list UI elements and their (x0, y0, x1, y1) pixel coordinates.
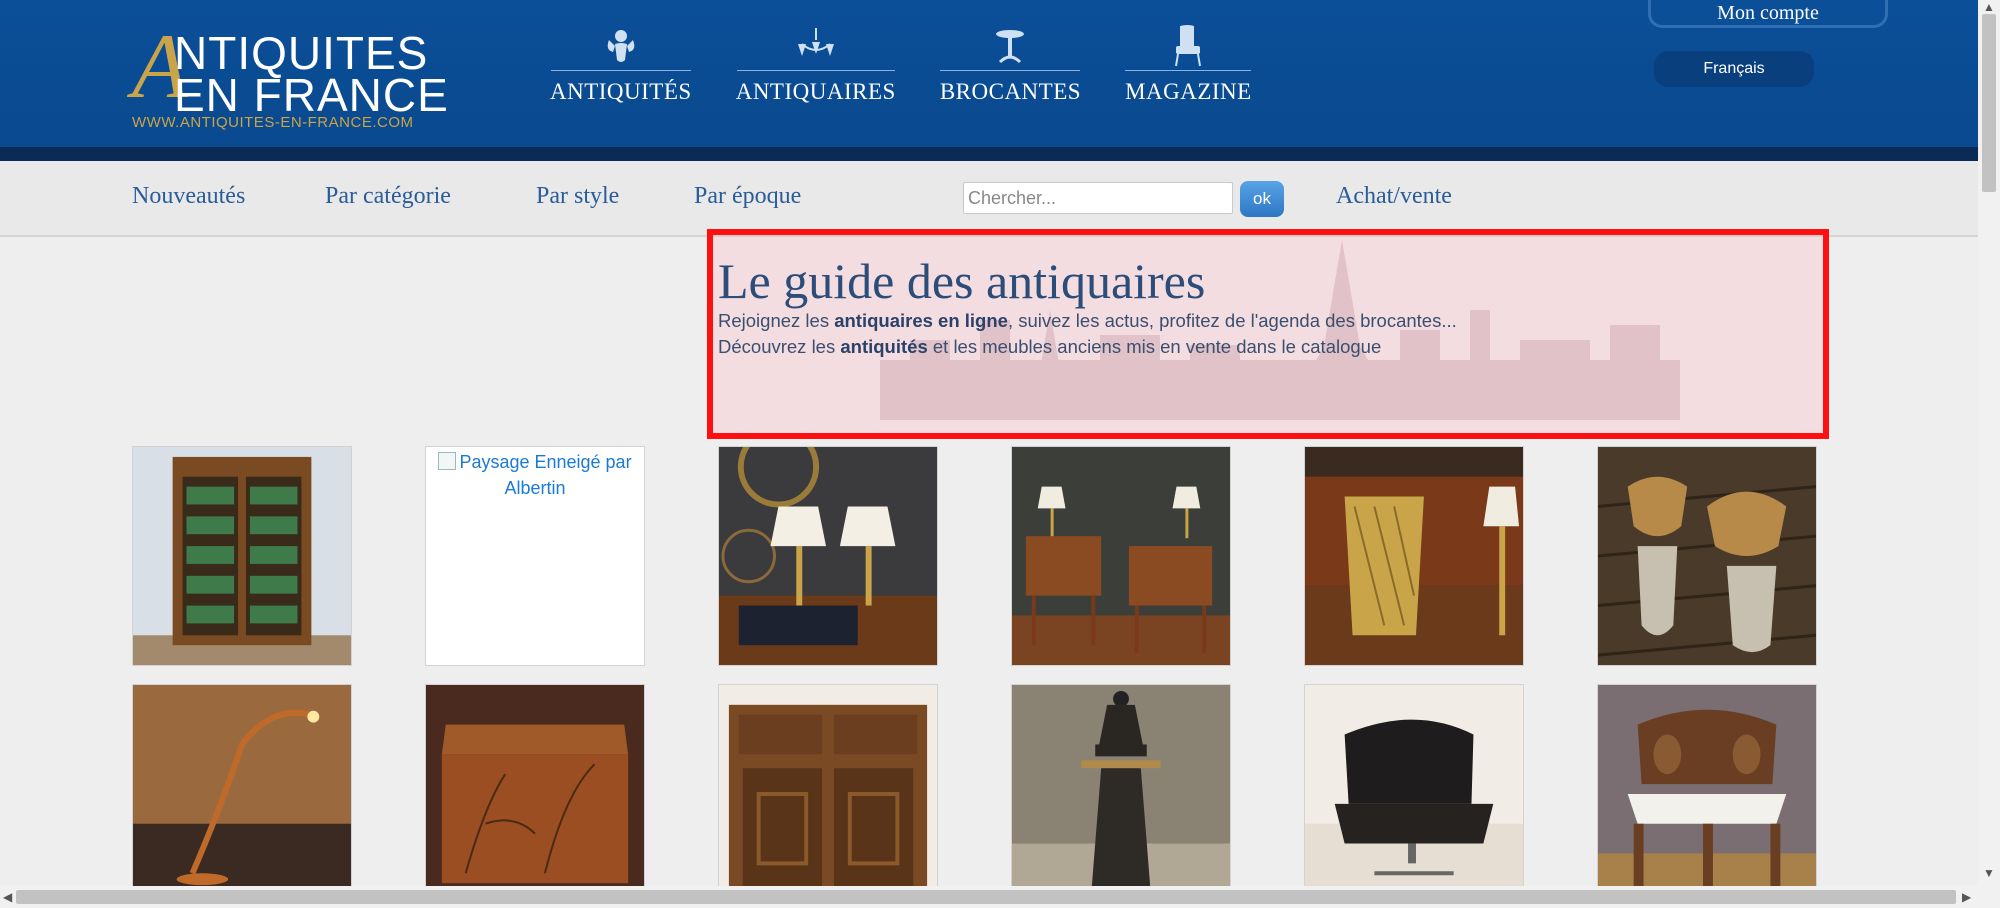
nav-separator (940, 70, 1081, 71)
product-thumbnail[interactable] (1597, 446, 1817, 666)
scroll-up-arrow-icon[interactable]: ▲ (1983, 0, 1995, 14)
corbels-image (1598, 447, 1816, 665)
cherub-icon (599, 24, 643, 68)
nav-separator (550, 70, 691, 71)
nav-antiquaires[interactable]: ANTIQUAIRES (736, 24, 896, 114)
lounge-chair-image (1305, 685, 1523, 903)
product-thumbnail[interactable] (425, 684, 645, 904)
pedestal-table-icon (988, 24, 1032, 68)
product-thumbnail[interactable] (1011, 684, 1231, 904)
lamps-desk-image (719, 447, 937, 665)
subnav-par-categorie[interactable]: Par catégorie (325, 183, 451, 210)
scroll-down-arrow-icon[interactable]: ▼ (1983, 866, 1995, 880)
main-nav: ANTIQUITÉS ANTIQUAIRES BROCANTES MAGAZIN… (550, 24, 1252, 114)
logo-url: WWW.ANTIQUITES-EN-FRANCE.COM (132, 114, 414, 131)
nav-magazine[interactable]: MAGAZINE (1125, 24, 1252, 114)
fountain-image (1012, 685, 1230, 903)
corner-chair-image (1598, 685, 1816, 903)
broken-image-icon (438, 452, 457, 470)
intro-bold-link[interactable]: antiquaires en ligne (834, 310, 1008, 331)
intro-text-line-1: Rejoignez les antiquaires en ligne, suiv… (718, 310, 1457, 332)
scroll-left-arrow-icon[interactable]: ◀ (3, 890, 12, 904)
intro-text: , suivez les actus, profitez de l'agenda… (1007, 310, 1457, 331)
nav-label: ANTIQUITÉS (550, 79, 692, 104)
nav-separator (736, 70, 895, 71)
chandelier-icon (794, 24, 838, 68)
product-thumbnail[interactable] (1597, 684, 1817, 904)
subnav-achat-vente[interactable]: Achat/vente (1336, 183, 1452, 210)
cabinet-image (719, 685, 937, 903)
product-thumbnail[interactable] (718, 684, 938, 904)
nav-label: BROCANTES (939, 79, 1082, 104)
product-thumbnail[interactable] (1304, 684, 1524, 904)
armchair-icon (1166, 24, 1210, 68)
intro-title: Le guide des antiquaires (718, 253, 1206, 309)
floor-lamp-image (133, 685, 351, 903)
nightstands-image (1012, 447, 1230, 665)
nav-separator (1125, 70, 1252, 71)
intro-text: et les meubles anciens mis en vente dans… (927, 336, 1382, 357)
nav-antiquites[interactable]: ANTIQUITÉS (550, 24, 692, 114)
vertical-scrollbar[interactable]: ▲ ▼ (1978, 0, 2000, 908)
nav-label: ANTIQUAIRES (735, 79, 896, 104)
intro-bold-link[interactable]: antiquités (840, 336, 927, 357)
horizontal-scroll-thumb[interactable] (16, 890, 1956, 904)
scroll-right-arrow-icon[interactable]: ▶ (1962, 890, 1971, 904)
brass-basket-image (1305, 447, 1523, 665)
product-thumbnail[interactable] (718, 446, 938, 666)
intro-text: Rejoignez les (718, 310, 835, 331)
broken-image-alt-text: Paysage Enneigé par Albertin (426, 447, 644, 501)
nav-label: MAGAZINE (1125, 79, 1252, 104)
account-button[interactable]: Mon compte (1648, 0, 1888, 28)
product-thumbnail[interactable] (132, 446, 352, 666)
intro-text: Découvrez les (718, 336, 841, 357)
site-header: A NTIQUITES EN FRANCE WWW.ANTIQUITES-EN-… (0, 0, 1978, 161)
site-logo[interactable]: A NTIQUITES EN FRANCE WWW.ANTIQUITES-EN-… (132, 20, 452, 134)
search-ok-button[interactable]: ok (1240, 181, 1284, 217)
chest-image (426, 685, 644, 903)
horizontal-scrollbar[interactable]: ◀ ▶ (0, 886, 1978, 908)
vertical-scroll-thumb[interactable] (1982, 14, 1996, 192)
header-bottom-band (0, 147, 1978, 161)
language-selector[interactable]: Français (1654, 51, 1814, 87)
product-thumbnail[interactable]: Paysage Enneigé par Albertin (425, 446, 645, 666)
nav-brocantes[interactable]: BROCANTES (940, 24, 1081, 114)
subnav-par-epoque[interactable]: Par époque (694, 183, 801, 210)
subnav-nouveautes[interactable]: Nouveautés (132, 183, 245, 210)
sub-nav: Nouveautés Par catégorie Par style Par é… (0, 161, 1978, 237)
search-input[interactable] (963, 182, 1233, 214)
product-thumbnail[interactable] (132, 684, 352, 904)
bookcase-image (133, 447, 351, 665)
product-thumbnail[interactable] (1011, 446, 1231, 666)
product-thumbnail[interactable] (1304, 446, 1524, 666)
intro-text-line-2: Découvrez les antiquités et les meubles … (718, 336, 1381, 358)
subnav-par-style[interactable]: Par style (536, 183, 619, 210)
